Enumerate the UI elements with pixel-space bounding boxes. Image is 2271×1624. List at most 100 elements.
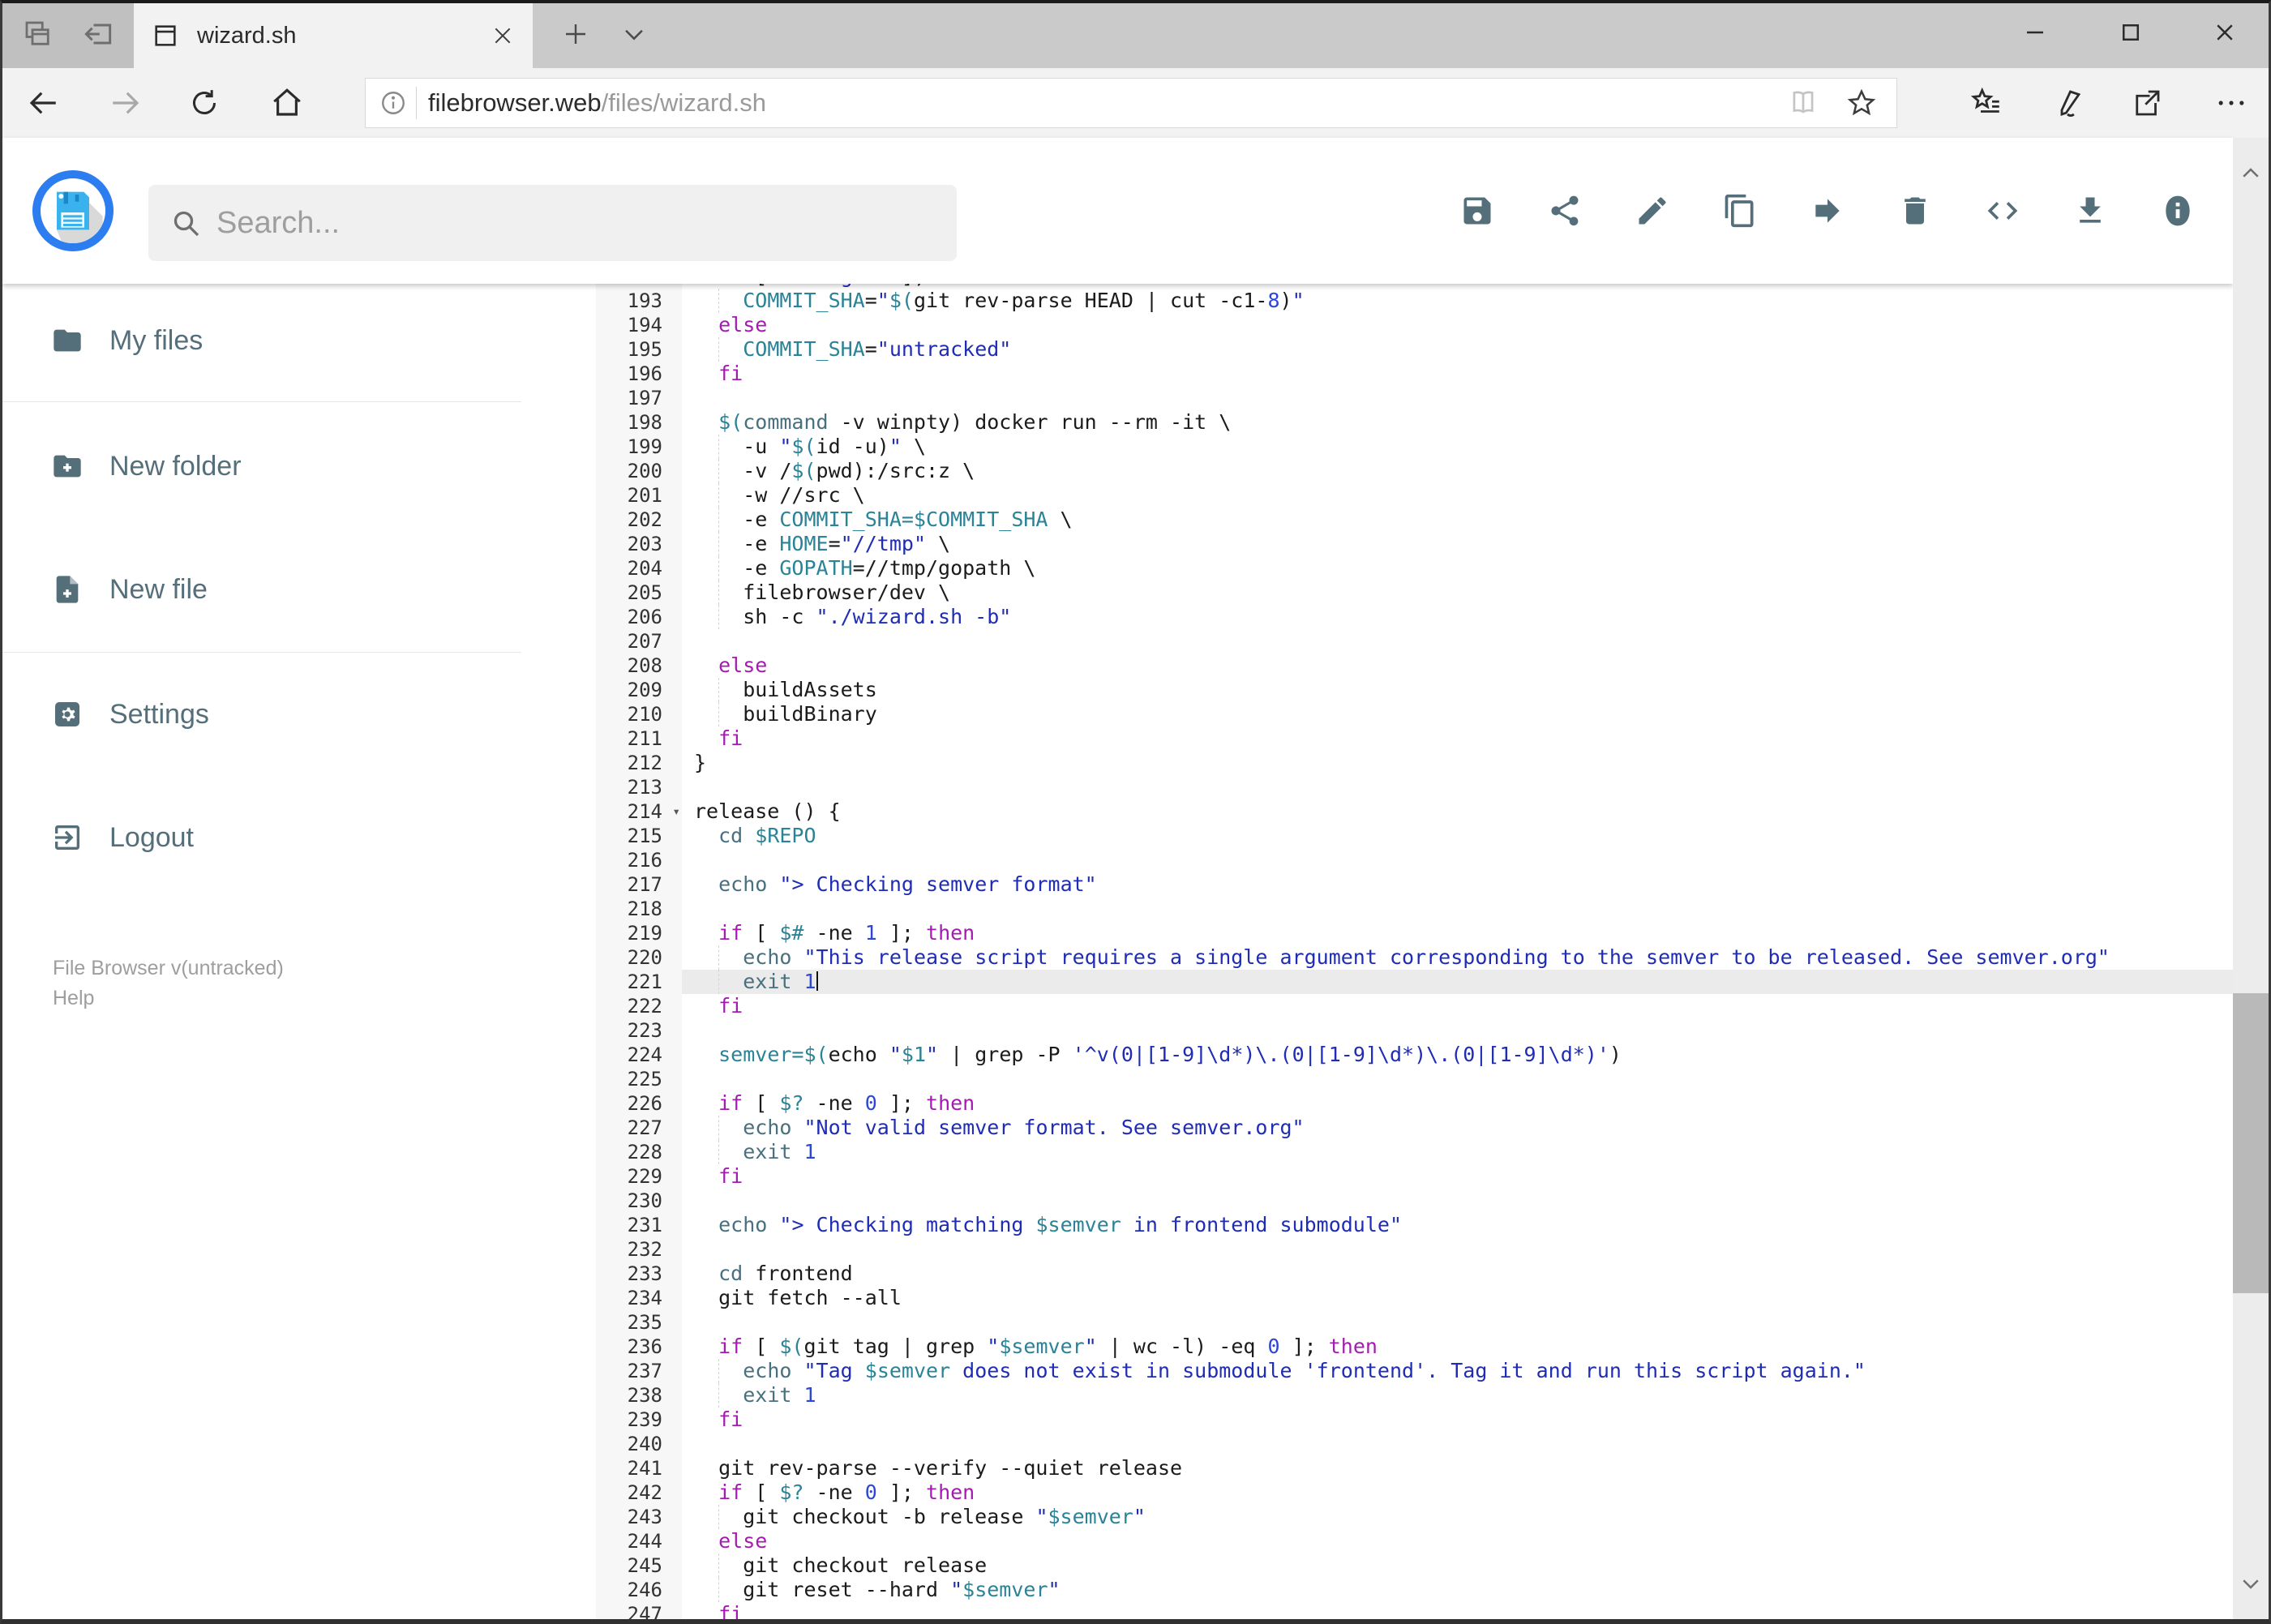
line-number: 218 — [596, 897, 682, 921]
code-text: fi — [718, 1408, 743, 1431]
code-text: -u "$(id -u)" \ — [694, 435, 927, 459]
favorite-star-icon[interactable] — [1846, 88, 1877, 118]
line-number: 194 — [596, 313, 682, 337]
code-text: semver=$(echo "$1" | grep -P '^v(0|[1-9]… — [718, 1043, 1622, 1066]
line-number: 219 — [596, 921, 682, 945]
code-text: -e HOME="//tmp" \ — [694, 532, 951, 556]
minimize-icon[interactable] — [2009, 0, 2061, 65]
sidebar-divider — [2, 652, 521, 653]
indent-guide — [718, 1553, 720, 1578]
new-tab-icon[interactable] — [551, 0, 600, 68]
line-number: 212 — [596, 751, 682, 775]
code-line: 244 else — [596, 1529, 2233, 1553]
line-number: 217 — [596, 872, 682, 897]
back-icon[interactable] — [15, 68, 71, 138]
annotate-pen-icon[interactable] — [2039, 68, 2096, 138]
page-scrollbar[interactable] — [2233, 138, 2269, 1619]
line-number: 220 — [596, 945, 682, 970]
sidebar-item-logout[interactable]: Logout — [2, 809, 521, 866]
code-line: 247 fi — [596, 1602, 2233, 1619]
scroll-up-icon[interactable] — [2233, 149, 2269, 198]
address-bar[interactable]: filebrowser.web/files/wizard.sh — [365, 78, 1897, 128]
line-number: 213 — [596, 775, 682, 799]
close-window-icon[interactable] — [2199, 0, 2251, 65]
search-input[interactable]: Search... — [148, 185, 957, 261]
code-line: 198 $(command -v winpty) docker run --rm… — [596, 410, 2233, 435]
share-file-icon[interactable] — [1547, 193, 1583, 229]
code-text: fi — [718, 726, 743, 750]
code-text: else — [718, 313, 768, 336]
copy-icon[interactable] — [1722, 193, 1758, 229]
sidebar-item-label: My files — [109, 324, 204, 356]
url-path: /files/wizard.sh — [601, 88, 766, 117]
code-line: 223 — [596, 1018, 2233, 1043]
code-line: 230 — [596, 1189, 2233, 1213]
line-number: 206 — [596, 605, 682, 629]
save-icon[interactable] — [1459, 193, 1495, 229]
code-line: 193 COMMIT_SHA="$(git rev-parse HEAD | c… — [596, 289, 2233, 313]
code-line: 211 fi — [596, 726, 2233, 751]
page-favicon-icon — [152, 22, 179, 49]
line-number: 221 — [596, 970, 682, 994]
line-number: 235 — [596, 1310, 682, 1335]
code-text: -e COMMIT_SHA=$COMMIT_SHA \ — [694, 508, 1073, 532]
code-line: 228 exit 1 — [596, 1140, 2233, 1164]
code-line: 200 -v /$(pwd):/src:z \ — [596, 459, 2233, 483]
share-icon[interactable] — [2119, 68, 2175, 138]
code-editor[interactable]: 192 if [ -d ".git" ]; then193 COMMIT_SHA… — [596, 284, 2233, 1619]
code-text: if [ $? -ne 0 ]; then — [718, 1480, 975, 1504]
code-line: 196 fi — [596, 362, 2233, 386]
code-line: 199 -u "$(id -u)" \ — [596, 435, 2233, 459]
sidebar-footer: File Browser v(untracked) Help — [53, 953, 284, 1013]
edit-icon[interactable] — [1635, 193, 1670, 229]
site-info-icon[interactable] — [379, 88, 408, 118]
line-number: 216 — [596, 848, 682, 872]
help-link[interactable]: Help — [53, 983, 284, 1013]
browser-tab[interactable]: wizard.sh — [134, 3, 533, 68]
delete-icon[interactable] — [1897, 193, 1933, 229]
close-tab-icon[interactable] — [492, 25, 513, 46]
tab-preview-icon[interactable] — [11, 0, 65, 68]
code-line: 226 if [ $? -ne 0 ]; then — [596, 1091, 2233, 1116]
sidebar-item-settings[interactable]: Settings — [2, 686, 521, 743]
filebrowser-logo[interactable] — [32, 170, 114, 251]
source-code-icon[interactable] — [1985, 193, 2020, 229]
indent-guide — [718, 508, 720, 532]
fold-arrow-icon[interactable]: ▾ — [672, 799, 680, 824]
info-icon[interactable] — [2160, 193, 2196, 229]
refresh-icon[interactable] — [176, 68, 233, 138]
sidebar-item-new-file[interactable]: New file — [2, 561, 521, 618]
set-tabs-aside-icon[interactable] — [71, 0, 125, 68]
code-text: echo "Not valid semver format. See semve… — [682, 1116, 2233, 1140]
line-number: 210 — [596, 702, 682, 726]
scrollbar-thumb[interactable] — [2233, 993, 2269, 1293]
line-number: 201 — [596, 483, 682, 508]
sidebar-item-new-folder[interactable]: New folder — [2, 438, 521, 495]
hub-icon[interactable] — [1958, 68, 2015, 138]
url-host: filebrowser.web — [428, 88, 602, 117]
download-icon[interactable] — [2072, 193, 2108, 229]
scroll-down-icon[interactable] — [2233, 1559, 2269, 1608]
tabs-dropdown-icon[interactable] — [610, 0, 658, 68]
code-line: 238 exit 1 — [596, 1383, 2233, 1408]
more-icon[interactable] — [2199, 68, 2264, 138]
code-line: 216 — [596, 848, 2233, 872]
code-text: echo "> Checking matching $semver in fro… — [718, 1213, 1403, 1236]
line-number: 215 — [596, 824, 682, 848]
home-icon[interactable] — [259, 68, 315, 138]
sidebar-item-my-files[interactable]: My files — [2, 312, 521, 369]
code-line: 204 -e GOPATH=//tmp/gopath \ — [596, 556, 2233, 581]
move-icon[interactable] — [1810, 193, 1845, 229]
line-number: 237 — [596, 1359, 682, 1383]
reading-view-icon — [1788, 88, 1819, 118]
line-number: 227 — [596, 1116, 682, 1140]
code-text: -w //src \ — [694, 483, 865, 508]
code-line: 240 — [596, 1432, 2233, 1456]
folder-icon — [54, 329, 81, 352]
maximize-icon[interactable] — [2105, 0, 2157, 65]
